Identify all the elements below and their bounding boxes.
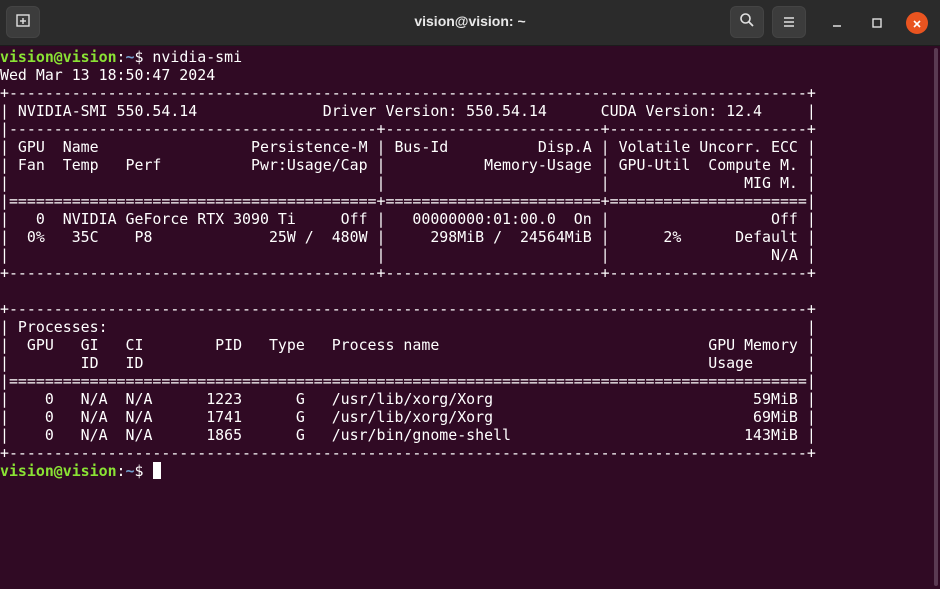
minimize-button[interactable] — [826, 12, 848, 34]
terminal-text: vision@vision:~$ nvidia-smi Wed Mar 13 1… — [0, 46, 930, 480]
maximize-icon — [871, 14, 883, 33]
gpu-info-row: | 0 NVIDIA GeForce RTX 3090 Ti Off | 000… — [0, 210, 816, 228]
process-header-row: | GPU GI CI PID Type Process name GPU Me… — [0, 336, 816, 354]
prompt-separator: : — [116, 462, 126, 480]
minimize-icon — [831, 14, 843, 33]
table-border-top: +---------------------------------------… — [0, 300, 816, 318]
prompt-separator: : — [116, 48, 126, 66]
text-cursor — [153, 462, 162, 479]
table-border-bottom: +---------------------------------------… — [0, 444, 816, 462]
hamburger-menu-icon — [782, 13, 796, 32]
processes-title: | Processes: | — [0, 318, 816, 336]
close-icon — [912, 14, 922, 33]
table-separator: |---------------------------------------… — [0, 120, 816, 138]
process-row: | 0 N/A N/A 1223 G /usr/lib/xorg/Xorg 59… — [0, 390, 816, 408]
search-button[interactable] — [730, 6, 764, 38]
gpu-header-row: | | | MIG M. | — [0, 174, 816, 192]
process-header-row: | ID ID Usage | — [0, 354, 816, 372]
table-separator-double: |=======================================… — [0, 192, 816, 210]
close-button[interactable] — [906, 12, 928, 34]
table-border-bottom: +---------------------------------------… — [0, 264, 816, 282]
gpu-info-row: | 0% 35C P8 25W / 480W | 298MiB / 24564M… — [0, 228, 816, 246]
prompt-symbol: $ — [134, 462, 153, 480]
command-text: nvidia-smi — [152, 48, 243, 66]
prompt-user-host: vision@vision — [0, 48, 117, 66]
search-icon — [739, 12, 755, 32]
process-row: | 0 N/A N/A 1741 G /usr/lib/xorg/Xorg 69… — [0, 408, 816, 426]
scrollbar[interactable] — [934, 48, 938, 586]
table-separator-double: |=======================================… — [0, 372, 816, 390]
prompt-symbol: $ — [134, 48, 153, 66]
menu-button[interactable] — [772, 6, 806, 38]
gpu-info-row: | | | N/A | — [0, 246, 816, 264]
process-row: | 0 N/A N/A 1865 G /usr/bin/gnome-shell … — [0, 426, 816, 444]
prompt-user-host: vision@vision — [0, 462, 117, 480]
version-line: | NVIDIA-SMI 550.54.14 Driver Version: 5… — [0, 102, 816, 120]
maximize-button[interactable] — [866, 12, 888, 34]
gpu-header-row: | Fan Temp Perf Pwr:Usage/Cap | Memory-U… — [0, 156, 816, 174]
title-bar: vision@vision: ~ — [0, 0, 940, 46]
gpu-header-row: | GPU Name Persistence-M | Bus-Id Disp.A… — [0, 138, 816, 156]
timestamp: Wed Mar 13 18:50:47 2024 — [0, 66, 216, 84]
terminal-window: vision@vision: ~ vision@vision:~$ nvidia… — [0, 0, 940, 589]
table-border-top: +---------------------------------------… — [0, 84, 816, 102]
terminal-output-area[interactable]: vision@vision:~$ nvidia-smi Wed Mar 13 1… — [0, 46, 930, 589]
